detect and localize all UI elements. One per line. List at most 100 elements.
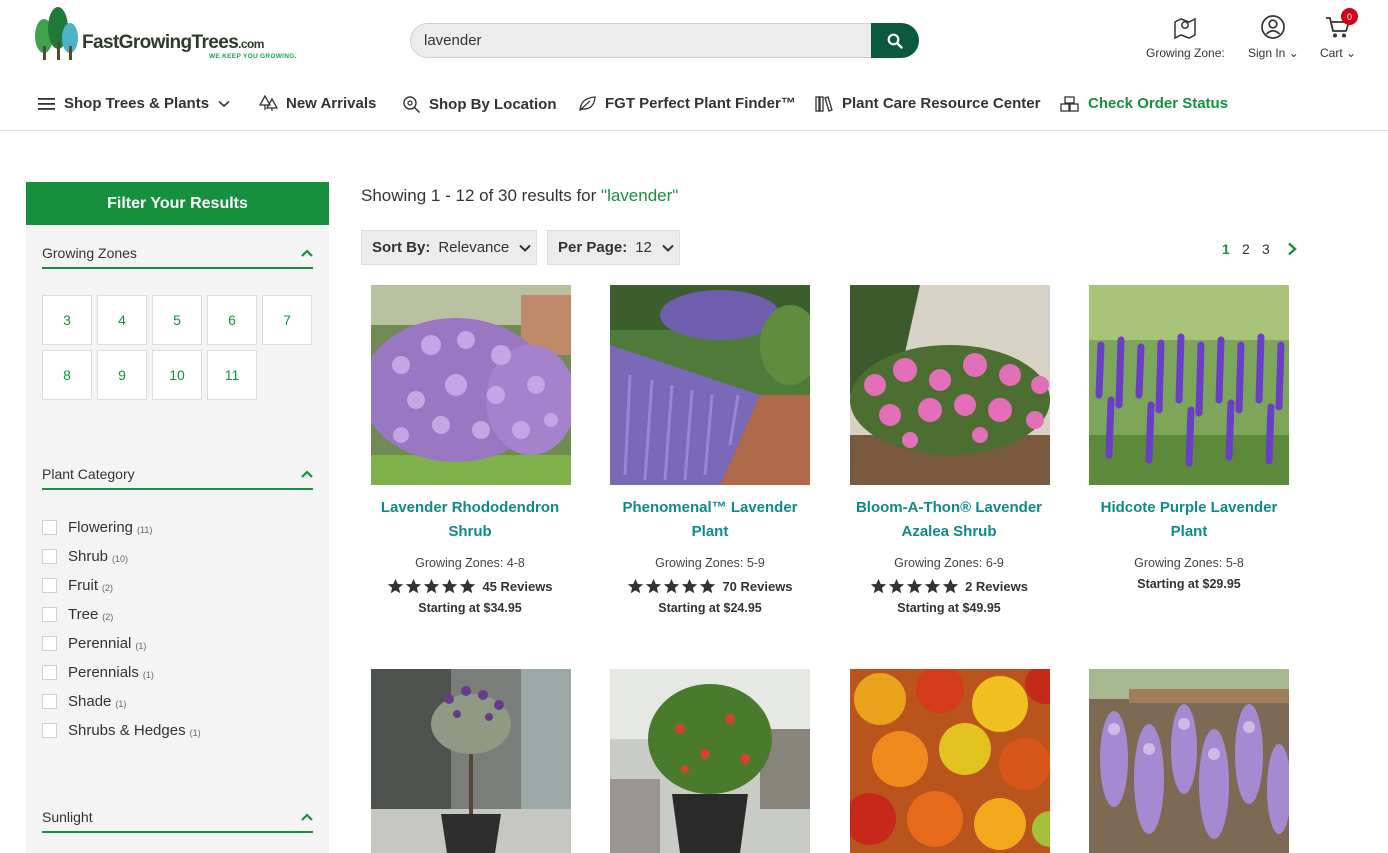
site-logo[interactable]: FastGrowingTrees.com WE KEEP YOU GROWING… — [34, 6, 296, 64]
review-count: 70 Reviews — [722, 579, 793, 594]
nav-plant-care[interactable]: Plant Care Resource Center — [815, 95, 1040, 112]
main-nav: Shop Trees & Plants New Arrivals Shop By… — [0, 82, 1388, 131]
per-page-select[interactable]: Per Page: 12 — [547, 230, 680, 265]
zone-option[interactable]: 9 — [97, 350, 147, 400]
nav-plant-care-label: Plant Care Resource Center — [842, 95, 1041, 112]
star-icon — [888, 578, 905, 594]
sign-in-button[interactable]: Sign In ⌄ — [1248, 14, 1299, 60]
facet-plant-category-title: Plant Category — [42, 466, 135, 482]
facet-plant-category-header[interactable]: Plant Category — [42, 458, 313, 490]
nav-plant-finder[interactable]: FGT Perfect Plant Finder™ — [578, 95, 796, 112]
product-rating[interactable]: 2 Reviews — [829, 578, 1069, 595]
product-rating[interactable]: 70 Reviews — [590, 578, 830, 595]
product-image-row2[interactable] — [850, 669, 1050, 853]
product-image-row2[interactable] — [371, 669, 571, 853]
product-image-row2[interactable] — [610, 669, 810, 853]
zone-option[interactable]: 8 — [42, 350, 92, 400]
location-icon — [403, 96, 421, 114]
star-icon — [388, 578, 404, 594]
zone-option[interactable]: 4 — [97, 295, 147, 345]
checkbox[interactable] — [42, 578, 57, 593]
checkbox[interactable] — [42, 607, 57, 622]
nav-new-arrivals[interactable]: New Arrivals — [259, 95, 376, 112]
page-link-2[interactable]: 2 — [1242, 241, 1250, 257]
category-checkbox-flowering[interactable]: Flowering (11) — [42, 519, 152, 536]
product-title-line: Phenomenal™ Lavender — [622, 499, 798, 516]
tree-logo-icon — [35, 7, 78, 60]
star-icon — [406, 578, 422, 594]
category-count: (11) — [137, 524, 153, 535]
category-label: Flowering — [68, 519, 134, 536]
star-icon — [628, 578, 644, 594]
product-title-line: Bloom-A-Thon® Lavender — [855, 499, 1043, 516]
product-title[interactable]: Bloom-A-Thon® Lavender Azalea Shrub — [829, 496, 1069, 544]
sign-in-label: Sign In ⌄ — [1248, 46, 1299, 60]
checkbox[interactable] — [42, 520, 57, 535]
star-rating — [870, 578, 960, 595]
product-title[interactable]: Phenomenal™ Lavender Plant — [590, 496, 830, 544]
checkbox[interactable] — [42, 694, 57, 709]
product-price: Starting at $49.95 — [897, 601, 1001, 615]
zone-option[interactable]: 5 — [152, 295, 202, 345]
product-image-lavender-rhododendron[interactable] — [371, 285, 571, 485]
category-count: (1) — [135, 640, 147, 651]
per-page-label: Per Page: — [558, 239, 628, 256]
chevron-up-icon — [301, 813, 313, 821]
page-link-3[interactable]: 3 — [1262, 241, 1270, 257]
checkbox[interactable] — [42, 636, 57, 651]
product-image-bloom-a-thon-azalea[interactable] — [850, 285, 1050, 485]
search-icon — [887, 33, 903, 49]
category-checkbox-shade[interactable]: Shade (1) — [42, 693, 126, 710]
next-page-arrow-icon[interactable] — [1287, 242, 1297, 256]
logo-suffix: .com — [238, 37, 264, 51]
star-icon — [870, 578, 887, 594]
category-label: Shrub — [68, 548, 109, 565]
category-checkbox-fruit[interactable]: Fruit (2) — [42, 577, 113, 594]
category-count: (10) — [112, 553, 129, 564]
zone-option[interactable]: 7 — [262, 295, 312, 345]
category-label: Fruit — [68, 577, 98, 594]
checkbox[interactable] — [42, 723, 57, 738]
category-checkbox-shrubs-hedges[interactable]: Shrubs & Hedges (1) — [42, 722, 201, 739]
hamburger-menu-icon — [38, 97, 55, 110]
search-button[interactable] — [871, 23, 919, 58]
nav-shop-by-location[interactable]: Shop By Location — [402, 95, 557, 114]
product-image-phenomenal-lavender[interactable] — [610, 285, 810, 485]
category-count: (1) — [142, 669, 154, 680]
product-rating[interactable]: 45 Reviews — [350, 578, 590, 595]
category-label: Shade — [68, 693, 112, 710]
facet-sunlight-header[interactable]: Sunlight — [42, 801, 313, 833]
page-link-1[interactable]: 1 — [1222, 241, 1230, 257]
nav-check-order[interactable]: Check Order Status — [1060, 95, 1228, 112]
category-checkbox-perennials[interactable]: Perennials (1) — [42, 664, 154, 681]
cart-label: Cart ⌄ — [1320, 46, 1357, 60]
facet-growing-zones-header[interactable]: Growing Zones — [42, 237, 313, 269]
zone-option[interactable]: 6 — [207, 295, 257, 345]
zone-option[interactable]: 10 — [152, 350, 202, 400]
zone-option[interactable]: 3 — [42, 295, 92, 345]
search-input[interactable] — [410, 23, 880, 58]
star-icon — [906, 578, 923, 594]
category-count: (1) — [189, 727, 201, 738]
category-checkbox-shrub[interactable]: Shrub (10) — [42, 548, 128, 565]
logo-name: FastGrowingTrees — [82, 32, 239, 53]
category-checkbox-perennial[interactable]: Perennial (1) — [42, 635, 146, 652]
category-checkbox-tree[interactable]: Tree (2) — [42, 606, 113, 623]
nav-check-order-label: Check Order Status — [1088, 95, 1229, 112]
product-image-hidcote-lavender[interactable] — [1089, 285, 1289, 485]
nav-shop-trees[interactable]: Shop Trees & Plants — [38, 95, 230, 112]
star-icon — [664, 578, 680, 594]
product-title[interactable]: Hidcote Purple Lavender Plant — [1069, 496, 1309, 544]
product-image-row2[interactable] — [1089, 669, 1289, 853]
checkbox[interactable] — [42, 665, 57, 680]
zone-option[interactable]: 11 — [207, 350, 257, 400]
search-bar — [410, 23, 919, 58]
filter-heading: Filter Your Results — [26, 182, 329, 225]
product-title[interactable]: Lavender Rhododendron Shrub — [350, 496, 590, 544]
checkbox[interactable] — [42, 549, 57, 564]
user-icon — [1261, 15, 1286, 39]
growing-zone-button[interactable]: Growing Zone: — [1146, 14, 1225, 60]
sort-by-select[interactable]: Sort By: Relevance — [361, 230, 537, 265]
star-rating — [627, 578, 717, 595]
product-title-line: Hidcote Purple Lavender — [1100, 499, 1278, 516]
